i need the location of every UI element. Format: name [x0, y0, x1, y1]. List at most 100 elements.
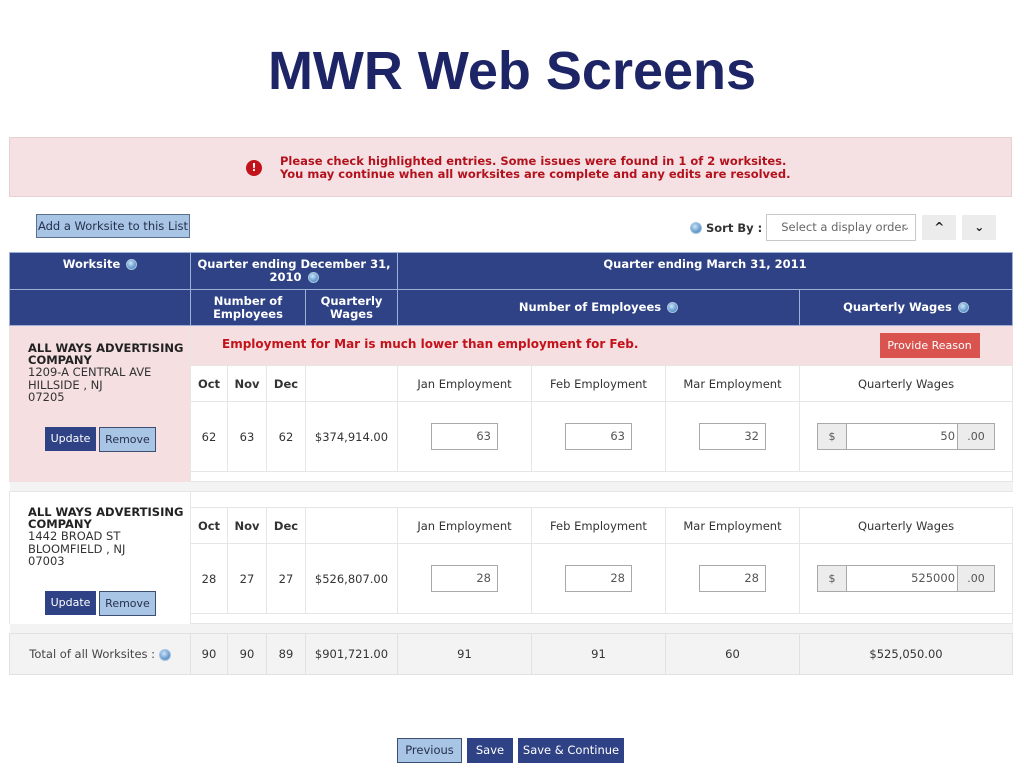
col-wages: Quarterly Wages: [798, 507, 1014, 544]
feb-cell: 63: [531, 401, 666, 472]
slide-title: MWR Web Screens: [267, 41, 757, 101]
col-jan: Jan Employment: [397, 365, 532, 402]
chevron-up-icon: ^: [934, 220, 945, 234]
col-mar: Mar Employment: [665, 365, 800, 402]
worksite-error-row: ALL WAYS ADVERTISING COMPANY 1209-A CENT…: [9, 325, 1013, 482]
oct-value: 62: [190, 401, 228, 472]
col-feb: Feb Employment: [531, 365, 666, 402]
mar-employment-input[interactable]: 32: [699, 423, 766, 450]
alert-line-2: You may continue when all worksites are …: [280, 167, 791, 181]
total-dec: 89: [266, 633, 306, 675]
q4-wages-value: $374,914.00: [305, 401, 398, 472]
sort-ascending-button[interactable]: ^: [922, 215, 957, 240]
help-icon[interactable]: [667, 302, 679, 313]
jan-employment-input[interactable]: 28: [431, 565, 498, 592]
total-feb: 91: [531, 633, 666, 675]
worksite-zip: 07003: [28, 554, 65, 568]
col-dec: Dec: [266, 365, 306, 402]
worksite-address-line1: 1442 BROAD ST: [28, 529, 121, 543]
col-dec: Dec: [266, 507, 306, 544]
header-row-2: Number of Employees Quarterly Wages Numb…: [9, 289, 1014, 326]
header-q4-employees: Number of Employees: [190, 289, 306, 326]
col-nov: Nov: [227, 365, 267, 402]
mar-cell: 28: [665, 543, 800, 614]
worksite-address-line1: 1209-A CENTRAL AVE: [28, 365, 152, 379]
nov-value: 27: [227, 543, 267, 614]
help-icon[interactable]: [307, 272, 319, 283]
chevron-down-icon: ⌄: [974, 220, 985, 234]
sort-descending-button[interactable]: ⌄: [962, 215, 997, 240]
col-q4-wages-blank: [305, 365, 398, 402]
alert-banner: ! Please check highlighted entries. Some…: [9, 137, 1012, 197]
col-wages: Quarterly Wages: [798, 365, 1014, 402]
totals-row: Total of all Worksites : 90 90 89 $901,7…: [9, 633, 1014, 675]
mar-cell: 32: [665, 401, 800, 472]
header-q1-wages: Quarterly Wages: [798, 289, 1014, 326]
worksite-info: ALL WAYS ADVERTISING COMPANY 1209-A CENT…: [9, 325, 191, 482]
error-message: Employment for Mar is much lower than em…: [222, 337, 639, 351]
feb-employment-input[interactable]: 28: [565, 565, 632, 592]
header-q1-employees: Number of Employees: [397, 289, 800, 326]
sort-controls: Sort By : Select a display order ⌄ ^ ⌄: [690, 214, 997, 241]
cents-suffix: .00: [957, 566, 995, 591]
col-nov: Nov: [227, 507, 267, 544]
update-button[interactable]: Update: [45, 426, 96, 451]
worksite-zip: 07205: [28, 390, 65, 404]
col-jan: Jan Employment: [397, 507, 532, 544]
jan-employment-input[interactable]: 63: [431, 423, 498, 450]
worksite-top-row: ALL WAYS ADVERTISING COMPANY 1442 BROAD …: [9, 491, 1013, 624]
save-continue-button[interactable]: Save & Continue: [518, 738, 624, 763]
previous-button[interactable]: Previous: [397, 738, 462, 763]
total-q4-wages: $901,721.00: [305, 633, 398, 675]
sort-order-select[interactable]: Select a display order ⌄: [766, 214, 917, 241]
feb-employment-input[interactable]: 63: [565, 423, 632, 450]
header-q1-2011: Quarter ending March 31, 2011: [396, 252, 1014, 290]
remove-button[interactable]: Remove: [99, 426, 156, 452]
quarterly-wages-input[interactable]: 525000: [847, 566, 958, 591]
worksite-name: ALL WAYS ADVERTISING COMPANY: [28, 505, 184, 531]
wages-cell: $ 525000 .00: [798, 543, 1014, 614]
jan-cell: 28: [397, 543, 532, 614]
add-worksite-button[interactable]: Add a Worksite to this List: [36, 214, 190, 238]
dec-value: 62: [266, 401, 306, 472]
help-icon[interactable]: [690, 221, 702, 234]
quarterly-wages-field: $ 50 .00: [817, 423, 996, 450]
sort-label: Sort By :: [706, 220, 763, 235]
dollar-prefix: $: [818, 566, 848, 591]
quarterly-wages-input[interactable]: 50: [847, 424, 958, 449]
dollar-prefix: $: [818, 424, 848, 449]
header-q4-wages: Quarterly Wages: [305, 289, 398, 326]
header-q4-2010: Quarter ending December 31, 2010: [190, 252, 398, 290]
header-row-1: Worksite Quarter ending December 31, 201…: [9, 252, 1014, 290]
worksite-name: ALL WAYS ADVERTISING COMPANY: [28, 341, 184, 367]
help-icon[interactable]: [158, 648, 171, 661]
totals-label: Total of all Worksites :: [29, 647, 156, 661]
col-oct: Oct: [190, 507, 228, 544]
mar-employment-input[interactable]: 28: [699, 565, 766, 592]
col-mar: Mar Employment: [665, 507, 800, 544]
col-feb: Feb Employment: [531, 507, 666, 544]
total-oct: 90: [190, 633, 228, 675]
oct-value: 28: [190, 543, 228, 614]
q4-wages-value: $526,807.00: [305, 543, 398, 614]
chevron-down-icon: ⌄: [901, 222, 911, 233]
header-worksite: Worksite: [9, 252, 191, 290]
alert-message: Please check highlighted entries. Some i…: [280, 155, 790, 181]
feb-cell: 28: [531, 543, 666, 614]
worksite-info: ALL WAYS ADVERTISING COMPANY 1442 BROAD …: [9, 491, 191, 624]
gap-row: [9, 481, 1013, 492]
provide-reason-button[interactable]: Provide Reason: [879, 333, 980, 358]
remove-button[interactable]: Remove: [99, 590, 156, 616]
cents-suffix: .00: [957, 424, 995, 449]
total-jan: 91: [397, 633, 532, 675]
update-button[interactable]: Update: [45, 590, 96, 615]
gap-row: [9, 623, 1013, 634]
jan-cell: 63: [397, 401, 532, 472]
save-button[interactable]: Save: [467, 738, 513, 763]
help-icon[interactable]: [957, 302, 969, 313]
header-blank: [9, 289, 191, 326]
help-icon[interactable]: [126, 259, 138, 270]
quarterly-wages-field: $ 525000 .00: [817, 565, 996, 592]
total-mar: 60: [665, 633, 800, 675]
sort-select-value: Select a display order: [781, 220, 907, 234]
